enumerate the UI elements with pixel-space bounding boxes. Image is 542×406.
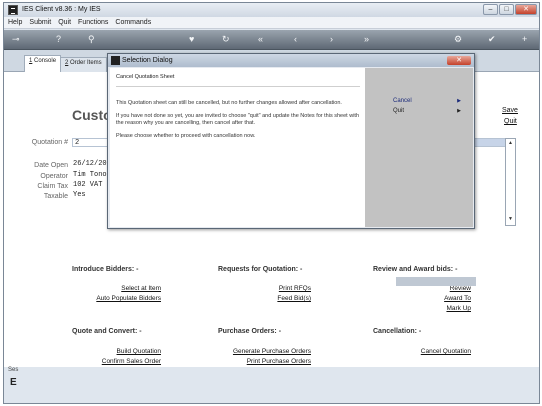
page-title: Custo (72, 107, 112, 123)
option-quit[interactable]: Quit ▶ (393, 108, 461, 114)
heart-icon[interactable]: ♥ (189, 34, 194, 44)
build-quotation-link[interactable]: Build Quotation (64, 348, 161, 355)
quotation-value: 2 (75, 139, 80, 147)
menu-functions[interactable]: Functions (78, 19, 108, 26)
quit-link[interactable]: Quit (504, 118, 517, 125)
dialog-heading: Cancel Quotation Sheet (116, 74, 175, 80)
selection-dialog: Selection Dialog ✕ Cancel Quotation Shee… (107, 53, 475, 229)
generate-purchase-orders-link[interactable]: Generate Purchase Orders (214, 348, 311, 355)
key-icon[interactable]: ⊸ (12, 34, 20, 44)
cancel-quotation-link[interactable]: Cancel Quotation (384, 348, 471, 355)
minimize-button[interactable]: – (483, 4, 498, 15)
menu-submit[interactable]: Submit (29, 19, 51, 26)
operator-value[interactable]: Tim Tono (73, 171, 107, 179)
back-icon[interactable]: ‹ (294, 34, 297, 44)
dialog-close-button[interactable]: ✕ (447, 56, 471, 65)
window-title: IES Client v8.36 : My IES (22, 6, 101, 13)
option-quit-label: Quit (393, 108, 405, 114)
scroll-up-icon[interactable]: ▲ (507, 140, 514, 148)
check-icon[interactable]: ✔ (488, 34, 496, 44)
help-icon[interactable]: ? (56, 34, 61, 44)
fast-forward-icon[interactable]: » (364, 34, 369, 44)
status-letter: E (10, 377, 17, 388)
tab-order-items[interactable]: 2 Order Items (60, 57, 107, 72)
status-caption: Ses (8, 367, 19, 373)
toolbar: ⊸ ? ⚲ ♥ ↻ « ‹ › » ⚙ ✔ + (4, 30, 539, 50)
menu-help[interactable]: Help (8, 19, 22, 26)
select-at-item-link[interactable]: Select at Item (64, 285, 161, 292)
print-purchase-orders-link[interactable]: Print Purchase Orders (214, 358, 311, 365)
date-open-label: Date Open (34, 162, 68, 169)
quote-convert-heading: Quote and Convert: - (72, 328, 142, 335)
dialog-paragraph-2: If you have not done so yet, you are inv… (116, 113, 360, 126)
auto-populate-bidders-link[interactable]: Auto Populate Bidders (64, 295, 161, 302)
dialog-paragraph-3: Please choose whether to proceed with ca… (116, 133, 256, 139)
requests-for-quotation-heading: Requests for Quotation: - (218, 266, 303, 273)
dialog-message-panel: Cancel Quotation Sheet This Quotation sh… (110, 68, 365, 227)
feed-bids-link[interactable]: Feed Bid(s) (214, 295, 311, 302)
save-link[interactable]: Save (502, 107, 518, 114)
chevron-right-icon: ▶ (457, 98, 461, 104)
print-rfqs-link[interactable]: Print RFQs (214, 285, 311, 292)
tab-order-items-label: Order Items (68, 60, 102, 66)
purchase-orders-heading: Purchase Orders: - (218, 328, 282, 335)
taxable-label: Taxable (43, 193, 68, 200)
scroll-down-icon[interactable]: ▼ (507, 216, 514, 224)
status-bar: Ses E (4, 367, 539, 403)
close-window-button[interactable]: ✕ (515, 4, 537, 15)
search-icon[interactable]: ⚲ (88, 34, 95, 44)
dialog-paragraph-1: This Quotation sheet can still be cancel… (116, 100, 342, 106)
dialog-app-icon (111, 56, 120, 65)
quotation-label: Quotation # (31, 139, 68, 146)
settings-icon[interactable]: ⚙ (454, 34, 462, 44)
forward-icon[interactable]: › (330, 34, 333, 44)
confirm-sales-order-link[interactable]: Confirm Sales Order (64, 358, 161, 365)
introduce-bidders-heading: Introduce Bidders: - (72, 266, 139, 273)
mark-up-link[interactable]: Mark Up (384, 305, 471, 312)
app-icon (8, 5, 18, 15)
refresh-icon[interactable]: ↻ (222, 34, 230, 44)
option-cancel[interactable]: Cancel ▶ (393, 98, 461, 104)
cancellation-heading: Cancellation: - (373, 328, 422, 335)
plus-icon[interactable]: + (522, 34, 527, 44)
review-award-heading: Review and Award bids: - (373, 266, 458, 273)
review-link[interactable]: Review (384, 285, 471, 292)
award-to-link[interactable]: Award To (384, 295, 471, 302)
menu-commands[interactable]: Commands (115, 19, 151, 26)
option-cancel-label: Cancel (393, 98, 412, 104)
tab-console-label: Console (32, 58, 57, 64)
menu-quit[interactable]: Quit (58, 19, 71, 26)
chevron-right-icon: ▶ (457, 108, 461, 114)
claim-tax-label: Claim Tax (37, 183, 68, 190)
dialog-divider (116, 86, 360, 87)
maximize-button[interactable]: □ (499, 4, 514, 15)
taxable-value[interactable]: Yes (73, 191, 86, 199)
dialog-title: Selection Dialog (122, 57, 173, 64)
scrollbar[interactable]: ▲ ▼ (505, 138, 516, 226)
tab-console[interactable]: 1 Console (24, 55, 62, 72)
cancel-quotation-highlight (396, 277, 476, 286)
menu-bar: Help Submit Quit Functions Commands (4, 17, 539, 29)
dialog-options-panel: Cancel ▶ Quit ▶ (365, 68, 473, 227)
operator-label: Operator (40, 173, 68, 180)
title-bar: IES Client v8.36 : My IES – □ ✕ (4, 3, 539, 17)
dialog-title-bar: Selection Dialog ✕ (108, 54, 474, 67)
rewind-icon[interactable]: « (258, 34, 263, 44)
